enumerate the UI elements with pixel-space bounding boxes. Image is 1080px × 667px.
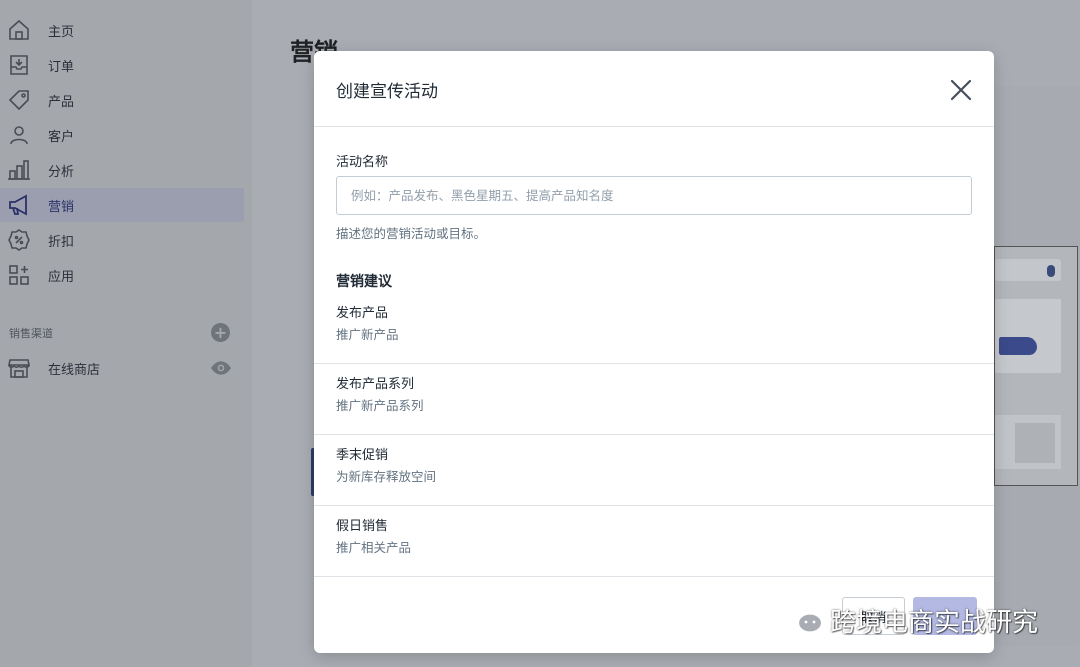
suggestion-title: 假日销售 [336, 519, 389, 534]
shoe-image [999, 337, 1037, 355]
campaign-name-label: 活动名称 [336, 155, 389, 170]
sidebar-item-online-store[interactable]: 在线商店 [0, 351, 244, 385]
modal-title: 创建宣传活动 [336, 82, 438, 102]
watermark-text: 跨境电商实战研究 [830, 607, 1039, 638]
close-icon [950, 79, 972, 101]
sidebar-item-label: 在线商店 [48, 362, 101, 378]
sidebar-item-label: 应用 [48, 269, 75, 285]
suggestion-item-end-of-season-sale[interactable]: 季末促销 为新库存释放空间 [314, 435, 994, 506]
sidebar-item-home[interactable]: 主页 [0, 13, 244, 47]
close-button[interactable] [946, 75, 976, 105]
wechat-logo-icon [783, 605, 824, 634]
add-channel-icon[interactable]: + [211, 323, 230, 342]
person-icon [7, 123, 31, 147]
campaign-name-input[interactable] [336, 176, 972, 215]
sidebar-item-label: 产品 [48, 94, 75, 110]
suggestion-item-launch-product[interactable]: 发布产品 推广新产品 [314, 293, 994, 364]
suggestions-heading: 营销建议 [336, 274, 392, 290]
eye-icon[interactable] [211, 360, 231, 376]
suggestion-description: 推广新产品系列 [336, 398, 424, 413]
megaphone-icon [7, 193, 31, 217]
sidebar-item-label: 分析 [48, 164, 75, 180]
home-icon [7, 18, 31, 42]
suggestion-title: 季末促销 [336, 448, 389, 463]
illustration-tile [995, 299, 1061, 373]
sidebar-item-label: 折扣 [48, 234, 75, 250]
store-icon [7, 356, 31, 380]
modal-header: 创建宣传活动 [314, 51, 994, 127]
suggestion-description: 推广新产品 [336, 327, 399, 342]
suggestion-description: 为新库存释放空间 [336, 469, 437, 484]
suggestion-title: 发布产品 [336, 306, 389, 321]
orders-inbox-icon [7, 53, 31, 77]
campaign-name-help-text: 描述您的营销活动或目标。 [336, 226, 487, 241]
bar-chart-icon [7, 158, 31, 182]
apps-icon [7, 263, 31, 287]
suggestion-description: 推广相关产品 [336, 540, 412, 555]
discount-icon [7, 228, 31, 252]
sales-channels-title: 销售渠道 [9, 327, 53, 340]
sidebar-item-marketing[interactable]: 营销 [0, 188, 244, 222]
sidebar-item-apps[interactable]: 应用 [0, 258, 244, 292]
sidebar-item-orders[interactable]: 订单 [0, 48, 244, 82]
sidebar-item-analytics[interactable]: 分析 [0, 153, 244, 187]
sidebar-item-label: 客户 [48, 129, 75, 145]
tag-icon [7, 88, 31, 112]
sidebar-item-customers[interactable]: 客户 [0, 118, 244, 152]
microphone-icon [1047, 265, 1055, 277]
sidebar-item-discounts[interactable]: 折扣 [0, 223, 244, 257]
suggestion-item-holiday-sale[interactable]: 假日销售 推广相关产品 [314, 506, 994, 577]
sidebar-item-label: 营销 [48, 199, 75, 215]
sidebar-item-products[interactable]: 产品 [0, 83, 244, 117]
watermark: 跨境电商实战研究 [782, 600, 1038, 640]
marketing-illustration [994, 246, 1078, 486]
suggestion-item-launch-collection[interactable]: 发布产品系列 推广新产品系列 [314, 364, 994, 435]
sidebar-item-label: 主页 [48, 24, 75, 40]
illustration-tile [1015, 423, 1055, 463]
sidebar-item-label: 订单 [48, 59, 75, 75]
suggestion-title: 发布产品系列 [336, 377, 415, 392]
create-campaign-modal: 创建宣传活动 活动名称 描述您的营销活动或目标。 营销建议 发布产品 推广新产品… [314, 51, 994, 653]
sidebar: 主页 订单 产品 客户 分析 营销 折扣 应用 销售渠道 + 在线商店 [0, 0, 252, 667]
